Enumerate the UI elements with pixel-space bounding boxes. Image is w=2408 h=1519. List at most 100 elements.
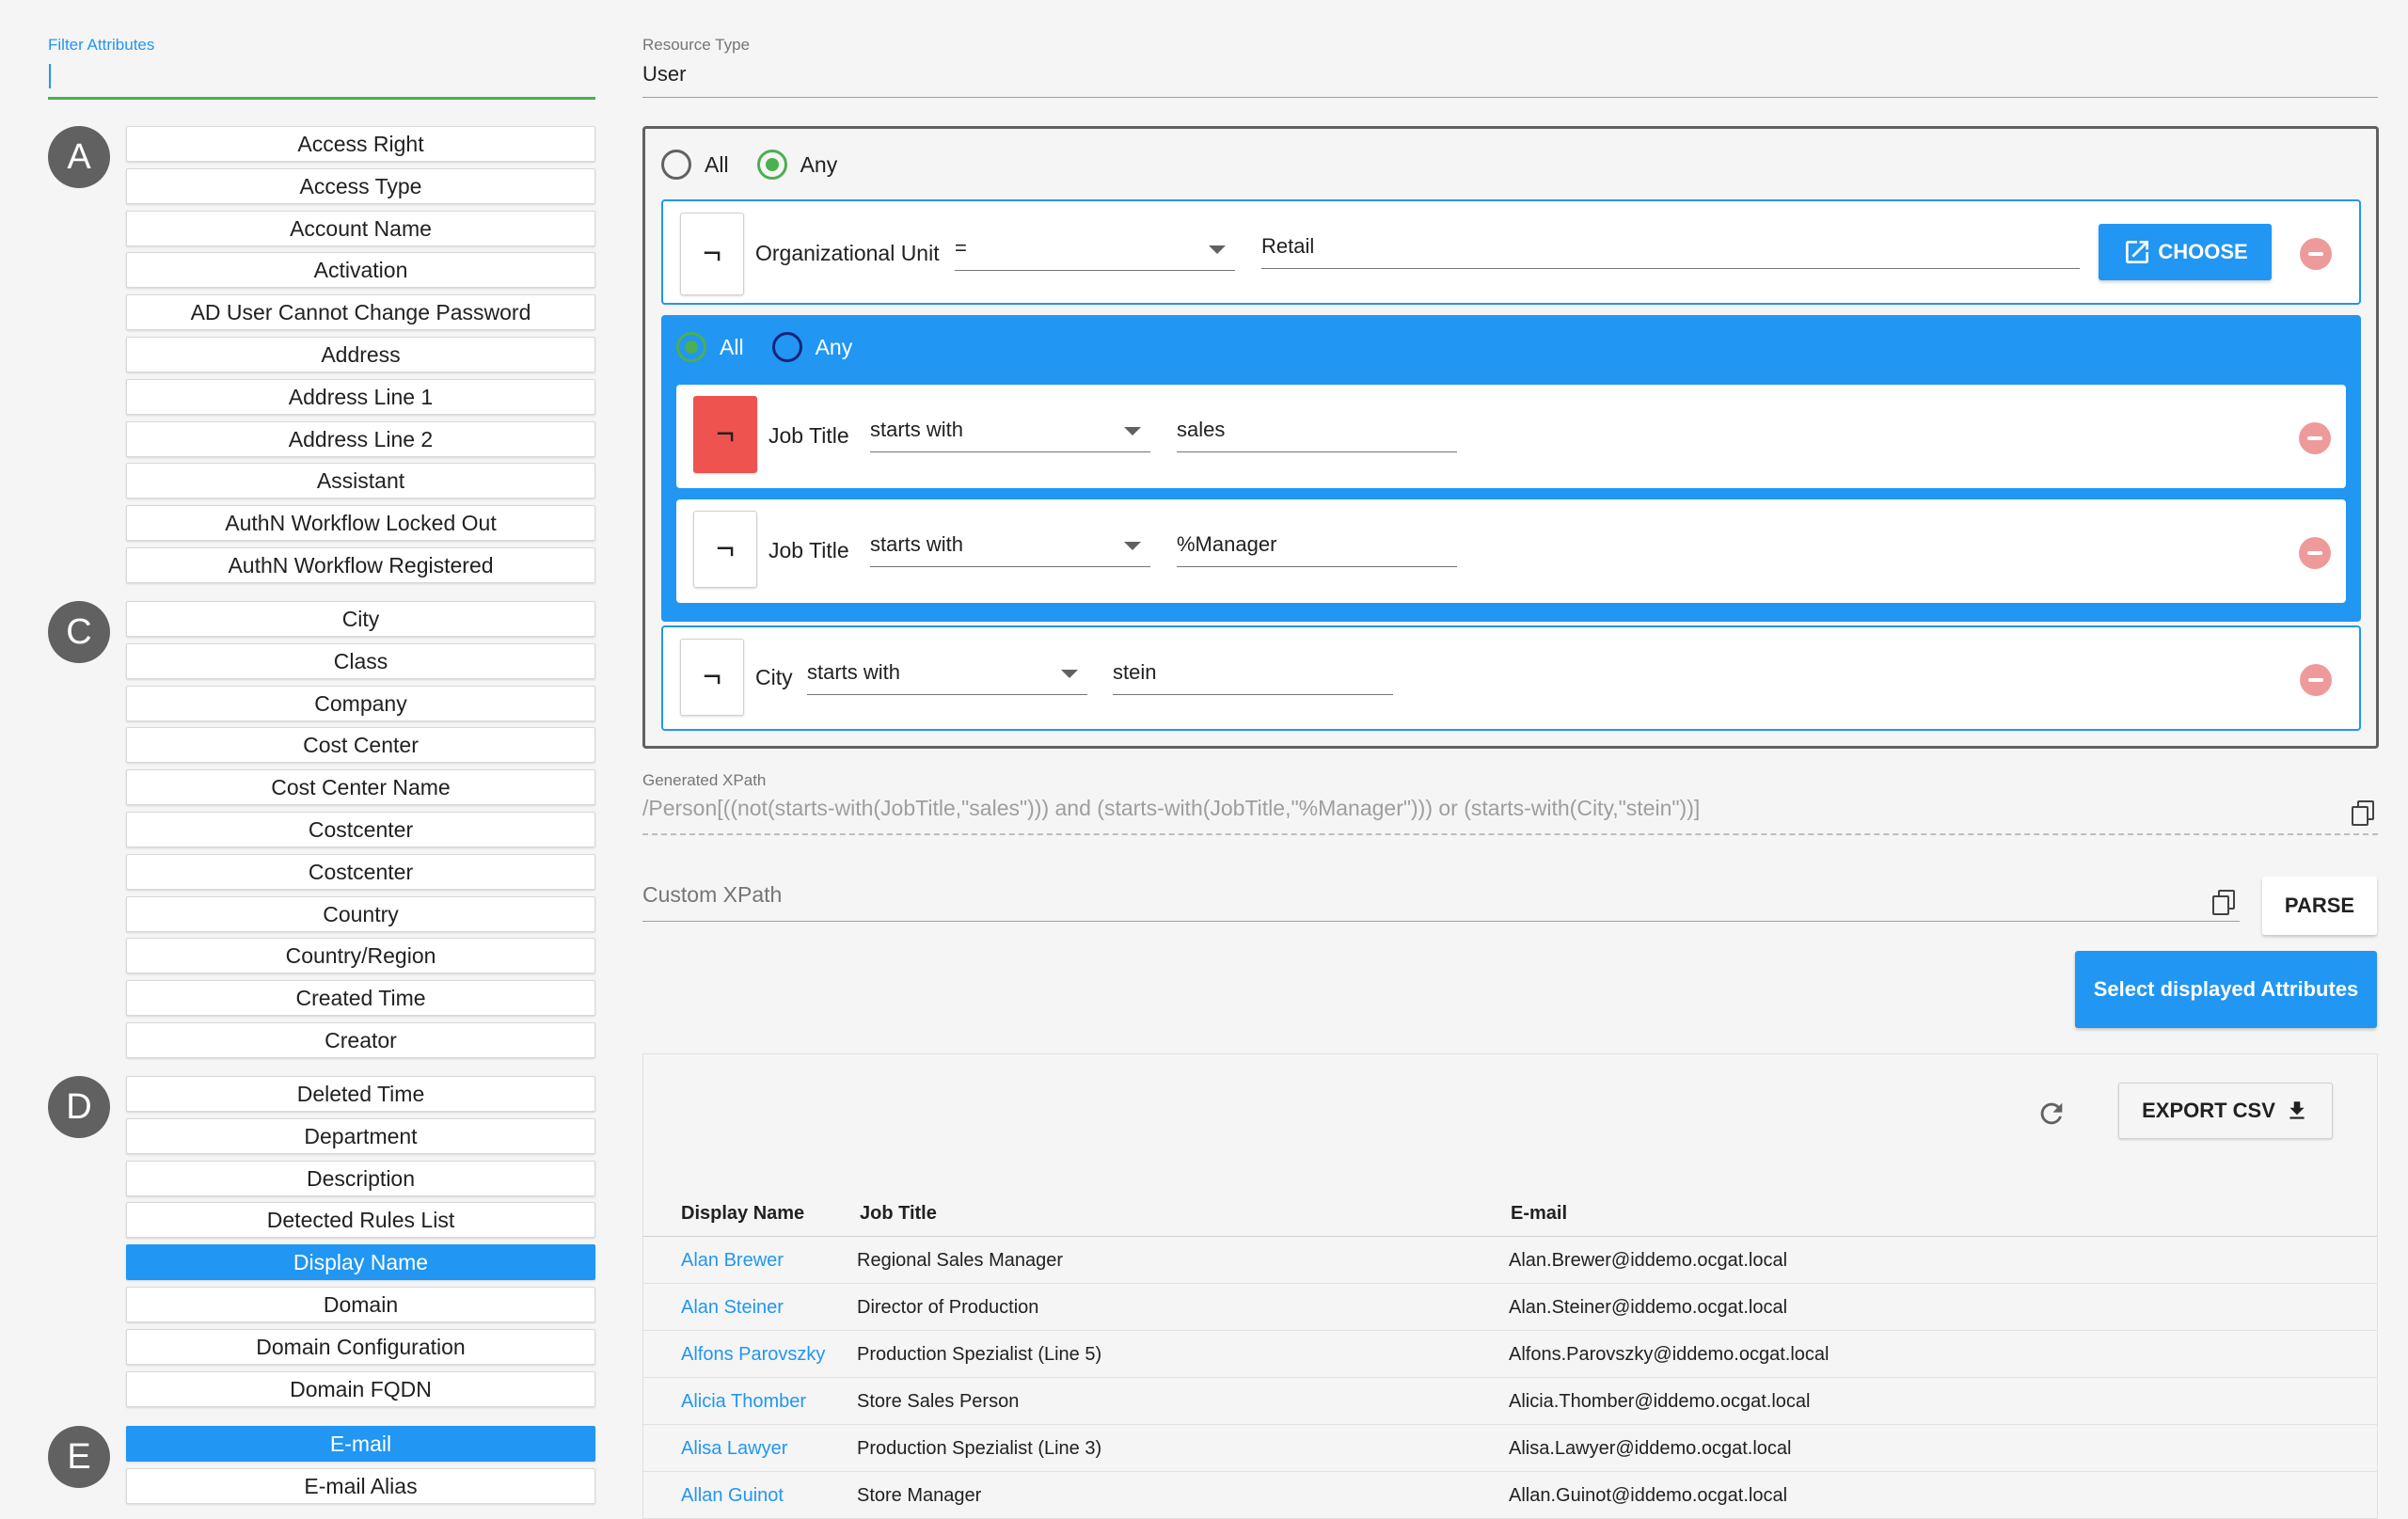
cell-display-name[interactable]: Alan Brewer [681, 1237, 784, 1284]
table-row[interactable]: Alisa Lawyer Production Spezialist (Line … [643, 1425, 2377, 1472]
attribute-item[interactable]: Activation [126, 252, 595, 289]
attribute-item[interactable]: AuthN Workflow Registered [126, 546, 595, 583]
attribute-item[interactable]: E-mail [126, 1426, 595, 1462]
custom-xpath-input[interactable]: Custom XPath [642, 882, 2240, 922]
letter-badge-c: C [48, 601, 110, 663]
copy-icon[interactable] [2352, 800, 2374, 826]
table-row[interactable]: Alan Steiner Director of Production Alan.S… [643, 1284, 2377, 1331]
letter-badge-d: D [48, 1076, 110, 1138]
operator-select[interactable]: starts with [870, 530, 1150, 567]
filter-attributes-label: Filter Attributes [48, 36, 155, 54]
cell-display-name[interactable]: Alicia Thomber [681, 1378, 806, 1425]
attribute-item[interactable]: Country [126, 895, 595, 932]
attribute-list-e: E-mail E-mail Alias [126, 1426, 595, 1511]
cell-job-title: Store Manager [857, 1485, 982, 1506]
not-toggle-button[interactable]: ¬ [693, 511, 757, 588]
radio-all[interactable] [661, 150, 691, 180]
attribute-item[interactable]: Address Line 1 [126, 378, 595, 415]
refresh-icon[interactable] [2036, 1098, 2067, 1130]
attribute-item[interactable]: Class [126, 642, 595, 679]
not-toggle-button-active[interactable]: ¬ [693, 396, 757, 473]
table-row[interactable]: Alicia Thomber Store Sales Person Alicia.T… [643, 1378, 2377, 1425]
dropdown-arrow-icon [1124, 542, 1141, 550]
resource-type-select[interactable]: User [642, 62, 2378, 98]
results-table-header: Display Name Job Title E-mail [643, 1190, 2377, 1237]
attribute-item[interactable]: Costcenter [126, 853, 595, 890]
cell-job-title: Production Spezialist (Line 3) [857, 1438, 1102, 1459]
attribute-item[interactable]: Creator [126, 1021, 595, 1058]
copy-icon[interactable] [2212, 890, 2235, 915]
choose-button[interactable]: CHOOSE [2099, 224, 2272, 280]
cell-email: Alan.Steiner@iddemo.ocgat.local [1509, 1297, 1788, 1318]
group-radio-all-label: All [720, 334, 744, 359]
cell-email: Alan.Brewer@iddemo.ocgat.local [1509, 1250, 1788, 1271]
operator-select[interactable]: starts with [870, 415, 1150, 452]
attribute-item[interactable]: E-mail Alias [126, 1467, 595, 1504]
attribute-item[interactable]: Access Type [126, 167, 595, 204]
attribute-item[interactable]: Address Line 2 [126, 420, 595, 457]
attribute-item[interactable]: Assistant [126, 463, 595, 499]
attribute-item[interactable]: AuthN Workflow Locked Out [126, 505, 595, 542]
cell-email: Alisa.Lawyer@iddemo.ocgat.local [1509, 1438, 1792, 1459]
condition-value-input[interactable]: Retail [1261, 231, 2080, 269]
cell-job-title: Regional Sales Manager [857, 1250, 1064, 1271]
attribute-item[interactable]: Country/Region [126, 938, 595, 974]
table-row[interactable]: Alfons Parovszky Production Spezialist (L… [643, 1331, 2377, 1378]
attribute-item[interactable]: Cost Center Name [126, 769, 595, 806]
cell-display-name[interactable]: Allan Guinot [681, 1472, 784, 1519]
attribute-item[interactable]: Display Name [126, 1244, 595, 1281]
attribute-item[interactable]: Description [126, 1160, 595, 1196]
remove-condition-icon[interactable] [2299, 537, 2331, 569]
remove-condition-icon[interactable] [2300, 664, 2332, 696]
attribute-item[interactable]: Access Right [126, 126, 595, 162]
attribute-item[interactable]: Detected Rules List [126, 1202, 595, 1239]
cell-job-title: Production Spezialist (Line 5) [857, 1344, 1102, 1365]
condition-city: ¬ City starts with stein [661, 625, 2361, 731]
attribute-item[interactable]: Domain FQDN [126, 1370, 595, 1407]
attribute-item[interactable]: Company [126, 685, 595, 721]
not-toggle-button[interactable]: ¬ [680, 213, 744, 295]
not-toggle-button[interactable]: ¬ [680, 639, 744, 716]
attribute-item[interactable]: City [126, 601, 595, 637]
condition-job-title-sales: ¬ Job Title starts with sales [676, 385, 2346, 488]
attribute-item[interactable]: Domain [126, 1286, 595, 1322]
radio-any[interactable] [756, 150, 787, 180]
attribute-item[interactable]: Department [126, 1117, 595, 1154]
condition-value-input[interactable]: stein [1113, 657, 1393, 695]
dropdown-arrow-icon [1124, 427, 1141, 435]
column-header-email[interactable]: E-mail [1511, 1203, 1567, 1225]
cell-display-name[interactable]: Alan Steiner [681, 1284, 784, 1331]
cell-display-name[interactable]: Alisa Lawyer [681, 1425, 787, 1472]
attribute-item[interactable]: Address [126, 336, 595, 372]
attribute-item[interactable]: Created Time [126, 980, 595, 1017]
attribute-item[interactable]: Cost Center [126, 727, 595, 764]
open-external-icon [2126, 241, 2149, 263]
remove-condition-icon[interactable] [2300, 238, 2332, 270]
export-csv-button[interactable]: EXPORT CSV [2118, 1083, 2333, 1139]
condition-value-input[interactable]: sales [1177, 415, 1457, 452]
filter-attributes-input[interactable] [48, 60, 595, 100]
group-radio-all[interactable] [676, 332, 706, 362]
select-displayed-attributes-button[interactable]: Select displayed Attributes [2075, 951, 2377, 1028]
condition-value-input[interactable]: %Manager [1177, 530, 1457, 567]
attribute-list-a: Access Right Access Type Account Name Activ… [126, 126, 595, 590]
attribute-item[interactable]: Domain Configuration [126, 1328, 595, 1365]
attribute-item[interactable]: Costcenter [126, 811, 595, 847]
column-header-job-title[interactable]: Job Title [860, 1203, 937, 1225]
operator-select[interactable]: = [955, 233, 1235, 271]
attribute-item[interactable]: Account Name [126, 210, 595, 246]
table-row[interactable]: Allan Guinot Store Manager Allan.Guinot@id… [643, 1472, 2377, 1519]
attribute-item[interactable]: Deleted Time [126, 1076, 595, 1112]
cell-email: Allan.Guinot@iddemo.ocgat.local [1509, 1485, 1788, 1506]
cell-display-name[interactable]: Alfons Parovszky [681, 1331, 825, 1378]
remove-condition-icon[interactable] [2299, 422, 2331, 454]
group-radio-any[interactable] [771, 332, 802, 362]
column-header-display-name[interactable]: Display Name [681, 1203, 804, 1225]
table-row[interactable]: Alan Brewer Regional Sales Manager Alan.Br… [643, 1237, 2377, 1284]
attribute-list-c: City Class Company Cost Center Cost Center N… [126, 601, 595, 1065]
group-radio-any-label: Any [815, 334, 853, 359]
attribute-item[interactable]: AD User Cannot Change Password [126, 294, 595, 331]
condition-field-name: City [755, 665, 793, 689]
parse-button[interactable]: PARSE [2262, 877, 2377, 935]
operator-select[interactable]: starts with [807, 657, 1087, 695]
